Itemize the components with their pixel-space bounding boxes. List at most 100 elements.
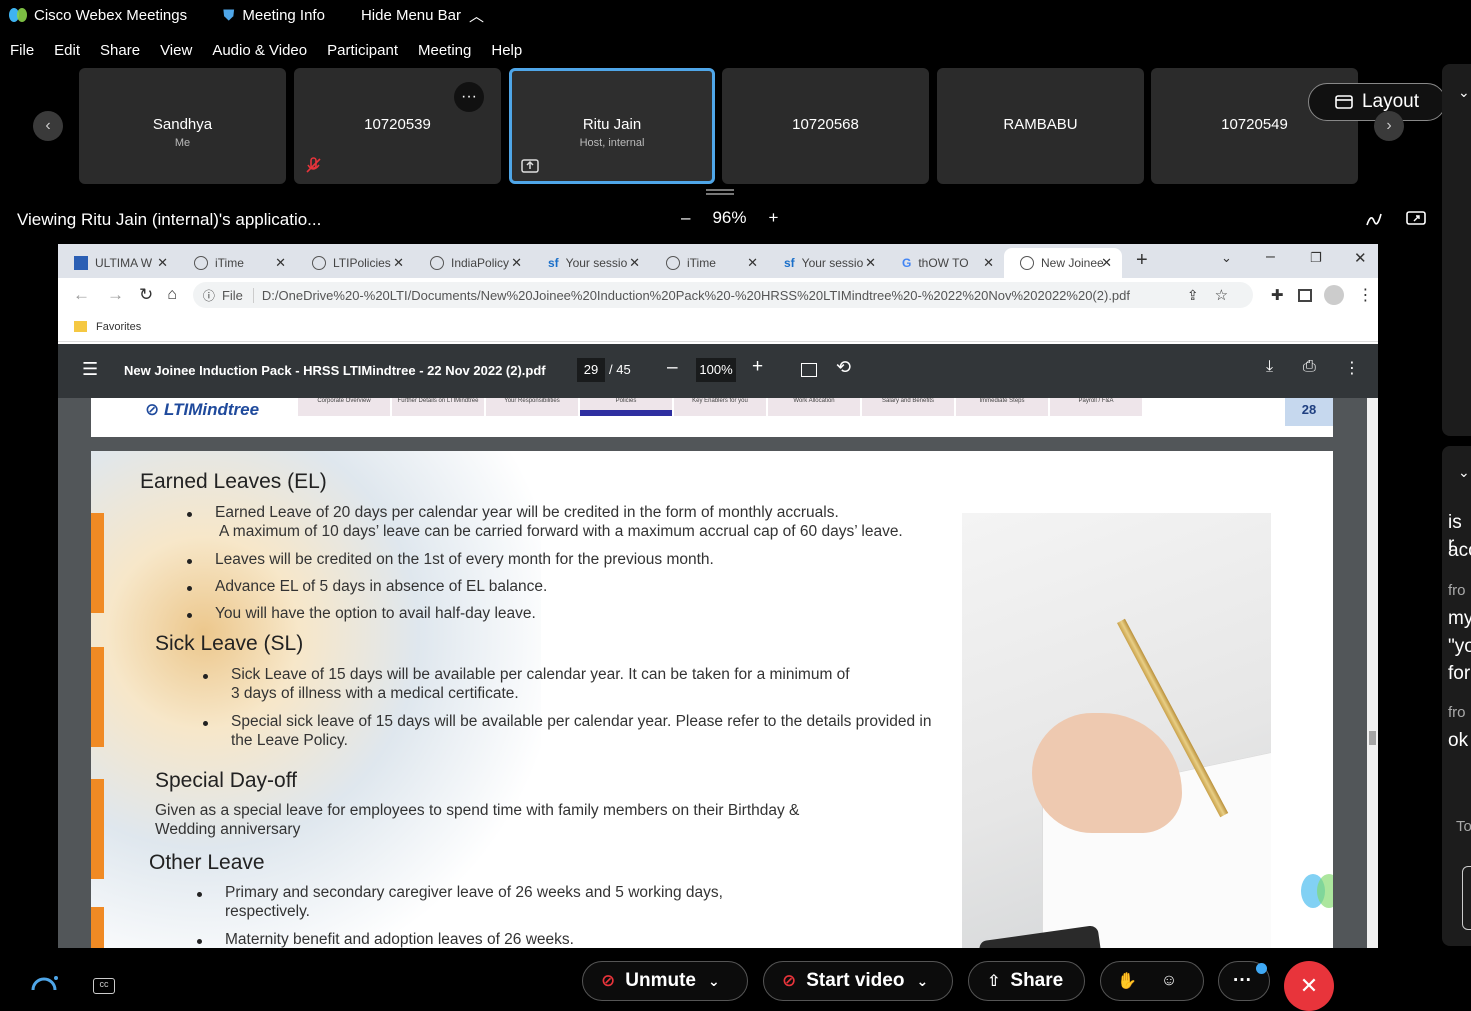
participant-tile-10720568[interactable]: 10720568 [722, 68, 929, 184]
browser-tab[interactable]: iTime ✕ [178, 248, 296, 278]
pdf-scrollbar[interactable] [1367, 398, 1378, 948]
menu-view[interactable]: View [160, 42, 192, 59]
browser-tab[interactable]: GthOW TO ✕ [886, 248, 1004, 278]
participants-panel-collapsed[interactable]: ⌄ [1442, 64, 1471, 436]
close-tab-icon[interactable]: ✕ [275, 255, 286, 271]
close-tab-icon[interactable]: ✕ [629, 255, 640, 271]
print-icon[interactable]: ⎙ [1303, 358, 1316, 376]
browser-tab[interactable]: sf Your sessio ✕ [768, 248, 886, 278]
browser-tab[interactable]: ULTIMA W ✕ [58, 248, 178, 278]
start-video-button[interactable]: ⊘ Start video ⌄ [763, 961, 953, 1001]
close-window-button[interactable]: ✕ [1354, 249, 1367, 267]
hamburger-menu-icon[interactable]: ☰ [82, 359, 98, 380]
closed-captions-icon[interactable]: cc [93, 978, 115, 994]
strip-prev-button[interactable]: ‹ [33, 111, 63, 141]
menu-file[interactable]: File [10, 42, 34, 59]
close-tab-icon[interactable]: ✕ [1101, 255, 1112, 271]
close-tab-icon[interactable]: ✕ [393, 255, 404, 271]
slide-nav: Corporate Overview Further Details on LT… [298, 398, 1146, 416]
chevron-down-icon[interactable]: ⌄ [916, 973, 928, 990]
participant-tile-ritu-jain[interactable]: Ritu Jain Host, internal [509, 68, 715, 184]
menu-participant[interactable]: Participant [327, 42, 398, 59]
pdf-title: New Joinee Induction Pack - HRSS LTIMind… [124, 363, 546, 378]
extensions-icon[interactable]: ✚ [1271, 286, 1284, 304]
browser-tab-active[interactable]: New Joinee ✕ [1004, 248, 1122, 278]
address-bar[interactable]: ⓘ File D:/OneDrive%20-%20LTI/Documents/N… [192, 282, 1253, 308]
menu-help[interactable]: Help [491, 42, 522, 59]
globe-icon [312, 256, 326, 270]
favorites-folder[interactable]: Favorites [96, 321, 141, 333]
browser-tab[interactable]: IndiaPolicy ✕ [414, 248, 532, 278]
pdf-zoom-input[interactable]: 100% [696, 358, 736, 382]
participant-tile-sandhya[interactable]: Sandhya Me [79, 68, 286, 184]
page-number-input[interactable]: 29 [577, 358, 605, 382]
menu-meeting[interactable]: Meeting [418, 42, 471, 59]
rotate-icon[interactable]: ⟲ [836, 357, 851, 378]
sharing-icon [521, 159, 539, 173]
browser-tab[interactable]: iTime ✕ [650, 248, 768, 278]
back-icon[interactable]: ← [73, 285, 90, 305]
chevron-down-icon[interactable]: ⌄ [1458, 84, 1470, 101]
hand-shape [1032, 713, 1182, 833]
pdf-zoom-out-button[interactable]: – [667, 357, 678, 379]
fit-page-icon[interactable] [801, 363, 817, 377]
webex-assistant-icon[interactable] [30, 975, 60, 990]
pdf-toolbar: ☰ New Joinee Induction Pack - HRSS LTIMi… [58, 344, 1378, 398]
home-icon[interactable]: ⌂ [167, 286, 177, 304]
close-tab-icon[interactable]: ✕ [747, 255, 758, 271]
annotate-icon[interactable] [1365, 211, 1383, 227]
viewing-label: Viewing Ritu Jain (internal)'s applicati… [17, 210, 322, 229]
close-tab-icon[interactable]: ✕ [511, 255, 522, 271]
share-page-icon[interactable]: ⇪ [1187, 287, 1199, 304]
zoom-out-button[interactable]: – [681, 208, 690, 228]
chevron-down-icon[interactable]: ⌄ [1458, 464, 1470, 481]
chat-text: ok [1448, 730, 1469, 751]
menu-share[interactable]: Share [100, 42, 140, 59]
browser-tab[interactable]: sf Your sessio ✕ [532, 248, 650, 278]
minimize-window-button[interactable]: – [1266, 248, 1275, 266]
bookmark-star-icon[interactable]: ☆ [1215, 286, 1228, 304]
slide-nav-item: Work Allocation [768, 398, 860, 416]
browser-menu-icon[interactable]: ⋮ [1358, 285, 1374, 305]
download-icon[interactable]: ⤓ [1266, 358, 1273, 376]
new-tab-button[interactable]: + [1136, 249, 1148, 272]
shared-application-window: ULTIMA W ✕ iTime ✕ LTIPolicies ✕ IndiaPolic… [58, 244, 1378, 948]
writing-hand-photo [962, 513, 1271, 948]
close-tab-icon[interactable]: ✕ [865, 255, 876, 271]
menu-audio-video[interactable]: Audio & Video [212, 42, 307, 59]
more-options-button[interactable]: ··· [454, 82, 484, 112]
menu-edit[interactable]: Edit [54, 42, 80, 59]
restore-window-button[interactable]: ❐ [1310, 250, 1322, 266]
reactions-icon[interactable]: ☺ [1161, 972, 1177, 990]
raise-hand-icon[interactable]: ✋ [1117, 971, 1137, 991]
participant-tile-rambabu[interactable]: RAMBABU [937, 68, 1144, 184]
chat-input[interactable] [1462, 866, 1471, 930]
browser-tab[interactable]: LTIPolicies ✕ [296, 248, 414, 278]
hide-menu-bar-button[interactable]: Hide Menu Bar ︿ [361, 5, 484, 26]
forward-icon[interactable]: → [107, 285, 124, 305]
participant-tile-10720539[interactable]: 10720539 ··· [294, 68, 501, 184]
profile-avatar[interactable] [1323, 285, 1344, 305]
el-text: Leaves will be credited on the 1st of ev… [215, 551, 714, 568]
close-tab-icon[interactable]: ✕ [983, 255, 994, 271]
folder-icon [74, 321, 87, 332]
close-tab-icon[interactable]: ✕ [157, 255, 168, 271]
pdf-viewer[interactable]: ⊘ LTIMindtree Corporate Overview Further… [58, 398, 1378, 948]
pdf-more-icon[interactable]: ⋮ [1344, 358, 1360, 378]
slide-nav-item: Payroll / F&A [1050, 398, 1142, 416]
meeting-info-button[interactable]: ⛊ Meeting Info [223, 7, 325, 24]
resize-handle[interactable] [706, 189, 734, 195]
side-panel-icon[interactable] [1297, 288, 1312, 302]
pdf-zoom-in-button[interactable]: + [752, 356, 763, 378]
zoom-in-button[interactable]: + [769, 208, 779, 228]
reload-icon[interactable]: ↻ [139, 285, 153, 305]
end-meeting-button[interactable]: ✕ [1284, 961, 1334, 1011]
chevron-down-icon[interactable]: ⌄ [708, 973, 720, 990]
share-button[interactable]: ⇧ Share [968, 961, 1085, 1001]
tab-search-icon[interactable]: ⌄ [1221, 250, 1232, 266]
scrollbar-thumb[interactable] [1369, 731, 1376, 745]
strip-next-button[interactable]: › [1374, 111, 1404, 141]
bullet [203, 674, 208, 679]
unmute-button[interactable]: ⊘ Unmute ⌄ [582, 961, 748, 1001]
pop-out-icon[interactable] [1406, 211, 1426, 227]
